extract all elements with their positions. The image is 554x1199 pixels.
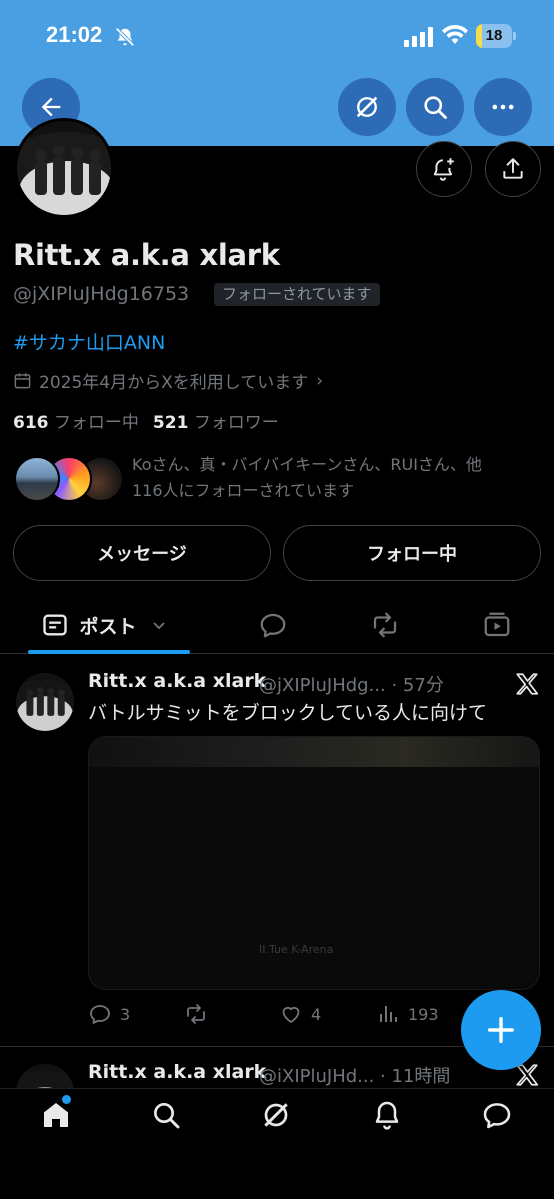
- explore-search-icon[interactable]: [150, 1099, 182, 1131]
- profile-avatar[interactable]: [14, 118, 114, 218]
- followed-by-text[interactable]: Koさん、真・バイバイキーンさん、RUIさん、他 116人にフォローされています: [132, 452, 532, 504]
- avatar: [14, 456, 60, 502]
- grok-nav-icon[interactable]: [260, 1099, 292, 1131]
- views-chart-icon: [380, 1006, 397, 1022]
- calendar-icon: [14, 373, 31, 389]
- tweet-text: バトルサミットをブロックしている人に向けて: [88, 702, 488, 724]
- followed-by-line: 116人にフォローされています: [132, 481, 355, 500]
- media-preview-strip: [89, 737, 539, 767]
- battery-level: 18: [485, 27, 503, 44]
- reply-count: 3: [120, 1004, 131, 1024]
- views-count: 193: [408, 1004, 439, 1024]
- views-button[interactable]: 193: [376, 1002, 439, 1026]
- joined-text: 2025年4月からXを利用しています: [39, 373, 309, 393]
- avatar-image: [17, 121, 111, 215]
- following-link[interactable]: 616 フォロー中: [13, 413, 139, 433]
- reply-button[interactable]: 3: [88, 1002, 130, 1026]
- notify-bell-button[interactable]: [416, 141, 472, 197]
- notifications-bell-icon[interactable]: [371, 1099, 403, 1131]
- profile-tabs: ポスト: [0, 596, 554, 654]
- tab-posts-label: ポスト: [79, 615, 137, 638]
- compose-post-button[interactable]: [461, 990, 541, 1070]
- followed-by-line: Koさん、真・バイバイキーンさん、RUIさん、他: [132, 455, 482, 474]
- display-name: Ritt.x a.k.a xlark: [13, 238, 280, 272]
- tweet-handle-time: @iXIPluJHd... · 11時間: [259, 1066, 451, 1087]
- posts-icon: [43, 614, 68, 636]
- tweet-avatar[interactable]: [16, 673, 74, 731]
- search-icon: [424, 96, 447, 119]
- chevron-right-icon: ›: [316, 370, 324, 391]
- chevron-down-icon: [152, 622, 165, 630]
- follow-stats: 616 フォロー中 521 フォロワー: [13, 408, 279, 433]
- heart-icon: [282, 1006, 300, 1023]
- bell-off-icon: [115, 27, 135, 47]
- tweet-handle-time: @jXIPluJHdg... · 57分: [259, 675, 444, 696]
- active-tab-indicator: [28, 650, 190, 654]
- tweet-author-name[interactable]: Ritt.x a.k.a xlark: [88, 1061, 266, 1083]
- tweet-author-name[interactable]: Ritt.x a.k.a xlark: [88, 670, 266, 692]
- cellular-signal-icon: [404, 27, 433, 47]
- share-button[interactable]: [485, 141, 541, 197]
- plus-icon: [487, 1016, 515, 1044]
- follows-you-badge: フォローされています: [214, 283, 380, 306]
- bottom-navigation: [0, 1088, 554, 1199]
- grok-button[interactable]: [338, 78, 396, 136]
- user-handle: @jXIPluJHdg16753: [13, 283, 190, 305]
- repost-button[interactable]: [184, 1002, 216, 1026]
- following-label: フォロー中: [53, 413, 139, 433]
- tab-replies[interactable]: [258, 610, 288, 640]
- status-time: 21:02: [46, 22, 103, 47]
- tab-media[interactable]: [482, 610, 512, 640]
- avatar-image: [16, 673, 74, 731]
- wifi-icon: [442, 24, 468, 44]
- bell-plus-icon: [433, 158, 454, 181]
- more-dots-icon: [492, 104, 514, 110]
- tweet-media-video[interactable]: II.Tue K-Arena: [88, 736, 540, 990]
- following-count: 616: [13, 413, 49, 433]
- followed-by-avatars[interactable]: [14, 456, 124, 506]
- tab-posts[interactable]: ポスト: [28, 596, 190, 654]
- tab-reposts[interactable]: [370, 610, 400, 640]
- joined-date[interactable]: 2025年4月からXを利用しています ›: [13, 368, 323, 393]
- share-icon: [503, 158, 523, 179]
- tweet-actions: 3 4 193: [88, 1002, 448, 1032]
- like-count: 4: [311, 1004, 322, 1024]
- repost-icon: [187, 1004, 205, 1024]
- x-logo-icon: [516, 673, 539, 695]
- bio-hashtag-link[interactable]: #サカナ山口ANN: [13, 328, 165, 355]
- media-caption: II.Tue K-Arena: [259, 943, 334, 956]
- followers-label: フォロワー: [193, 413, 279, 433]
- grok-icon: [356, 96, 378, 118]
- like-button[interactable]: 4: [279, 1002, 321, 1026]
- search-button[interactable]: [406, 78, 464, 136]
- battery-icon: 18: [476, 24, 516, 48]
- following-button[interactable]: フォロー中: [283, 525, 541, 581]
- followers-link[interactable]: 521 フォロワー: [153, 413, 279, 433]
- messages-icon[interactable]: [481, 1099, 513, 1131]
- home-notification-dot: [62, 1095, 71, 1104]
- more-button[interactable]: [474, 78, 532, 136]
- reply-icon: [90, 1005, 110, 1024]
- message-button[interactable]: メッセージ: [13, 525, 271, 581]
- back-arrow-icon: [41, 97, 61, 117]
- followers-count: 521: [152, 413, 189, 433]
